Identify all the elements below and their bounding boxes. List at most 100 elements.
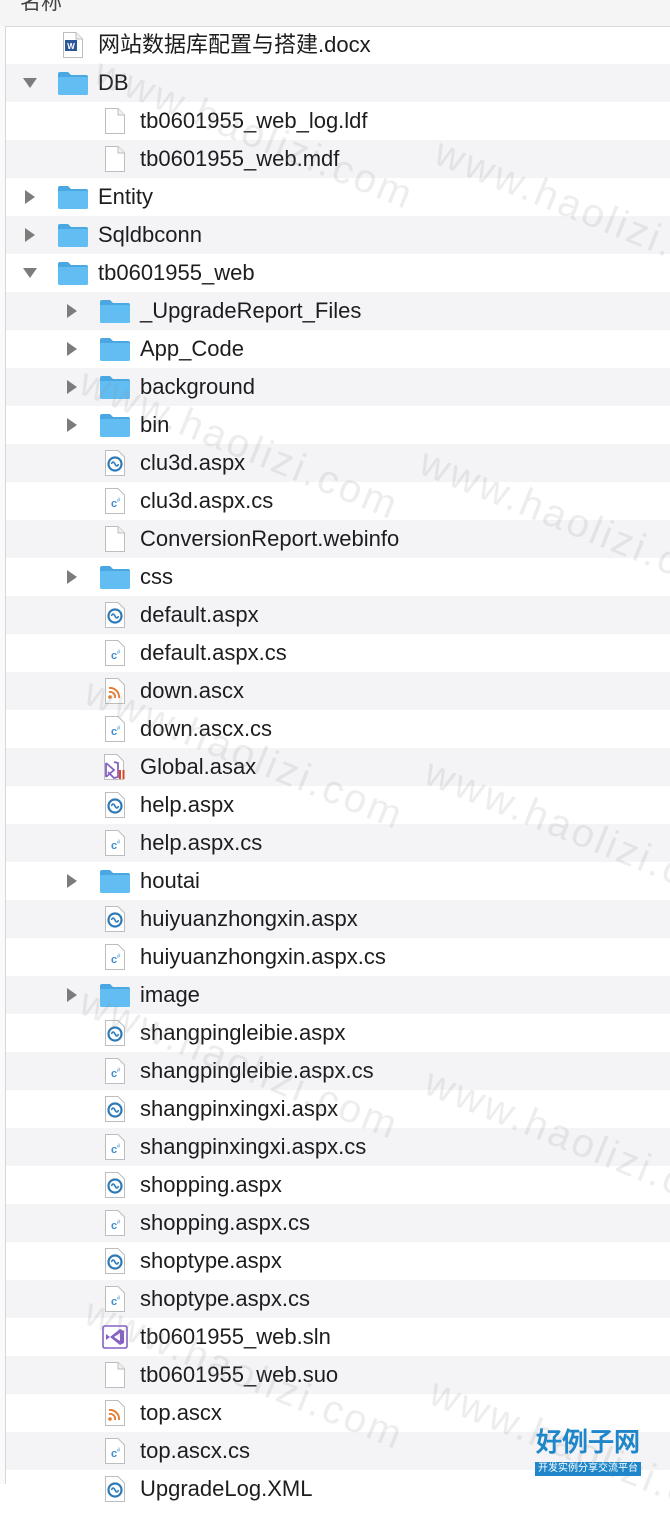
file-row[interactable]: c # shangpingleibie.aspx.cs (0, 1052, 670, 1090)
file-row[interactable]: c # default.aspx.cs (0, 634, 670, 672)
folder-icon (99, 981, 131, 1009)
file-row[interactable]: W 网站数据库配置与搭建.docx (0, 26, 670, 64)
file-name: shangpingleibie.aspx.cs (140, 1058, 374, 1083)
folder-row[interactable]: DB (0, 64, 670, 102)
disclosure-triangle-open-icon[interactable] (20, 254, 40, 292)
file-row[interactable]: c # shopping.aspx.cs (0, 1204, 670, 1242)
disclosure-triangle-open-icon[interactable] (20, 64, 40, 102)
file-row[interactable]: ConversionReport.webinfo (0, 520, 670, 558)
folder-name: _UpgradeReport_Files (140, 298, 362, 323)
folder-icon (57, 69, 89, 97)
folder-row[interactable]: css (0, 558, 670, 596)
ascx-file-icon (99, 677, 131, 705)
folder-row[interactable]: _UpgradeReport_Files (0, 292, 670, 330)
folder-name: houtai (140, 868, 200, 893)
file-row[interactable]: huiyuanzhongxin.aspx (0, 900, 670, 938)
aspx-file-icon (99, 1247, 131, 1275)
aspx-file-icon (99, 905, 131, 933)
file-row[interactable]: c # shoptype.aspx.cs (0, 1280, 670, 1318)
list-column-header[interactable]: 名称 (0, 0, 670, 27)
disclosure-triangle-closed-icon[interactable] (62, 862, 82, 900)
aspx-file-icon (99, 1019, 131, 1047)
file-row[interactable]: default.aspx (0, 596, 670, 634)
disclosure-triangle-closed-icon[interactable] (62, 406, 82, 444)
folder-row[interactable]: Sqldbconn (0, 216, 670, 254)
file-row[interactable]: top.ascx (0, 1394, 670, 1432)
file-name: shopping.aspx.cs (140, 1210, 310, 1235)
file-row[interactable]: shoptype.aspx (0, 1242, 670, 1280)
disclosure-triangle-closed-icon[interactable] (62, 330, 82, 368)
file-name: top.ascx.cs (140, 1438, 251, 1463)
file-name: UpgradeLog.XML (140, 1476, 313, 1501)
file-row[interactable]: help.aspx (0, 786, 670, 824)
folder-icon (99, 867, 131, 895)
doc-file-icon (99, 1361, 131, 1389)
file-row[interactable]: c # down.ascx.cs (0, 710, 670, 748)
file-name: ConversionReport.webinfo (140, 526, 400, 551)
file-name: default.aspx.cs (140, 640, 287, 665)
folder-name: Sqldbconn (98, 222, 202, 247)
file-name: shangpinxingxi.aspx (140, 1096, 339, 1121)
file-row[interactable]: c # help.aspx.cs (0, 824, 670, 862)
file-row[interactable]: shopping.aspx (0, 1166, 670, 1204)
folder-row[interactable]: Entity (0, 178, 670, 216)
file-row[interactable]: c # clu3d.aspx.cs (0, 482, 670, 520)
doc-file-icon (99, 145, 131, 173)
disclosure-triangle-closed-icon[interactable] (20, 216, 40, 254)
file-row[interactable]: tb0601955_web.suo (0, 1356, 670, 1394)
cs-file-icon: c # (99, 1437, 131, 1465)
folder-row[interactable]: houtai (0, 862, 670, 900)
cs-file-icon: c # (99, 1133, 131, 1161)
file-row[interactable]: clu3d.aspx (0, 444, 670, 482)
disclosure-triangle-closed-icon[interactable] (20, 178, 40, 216)
disclosure-triangle-closed-icon[interactable] (62, 558, 82, 596)
cs-file-icon: c # (99, 1285, 131, 1313)
asax-file-icon (99, 753, 131, 781)
cs-file-icon: c # (99, 639, 131, 667)
aspx-file-icon (99, 1171, 131, 1199)
folder-row[interactable]: background (0, 368, 670, 406)
cs-file-icon: c # (99, 829, 131, 857)
svg-text:W: W (67, 42, 75, 51)
aspx-file-icon (99, 449, 131, 477)
file-row[interactable]: shangpinxingxi.aspx (0, 1090, 670, 1128)
folder-row[interactable]: tb0601955_web (0, 254, 670, 292)
file-name: down.ascx.cs (140, 716, 273, 741)
file-row[interactable]: c # huiyuanzhongxin.aspx.cs (0, 938, 670, 976)
folder-row[interactable]: bin (0, 406, 670, 444)
file-row[interactable]: Global.asax (0, 748, 670, 786)
file-row[interactable]: down.ascx (0, 672, 670, 710)
folder-name: Entity (98, 184, 154, 209)
disclosure-triangle-closed-icon[interactable] (62, 292, 82, 330)
file-name: default.aspx (140, 602, 259, 627)
file-row[interactable]: tb0601955_web.sln (0, 1318, 670, 1356)
folder-icon (57, 259, 89, 287)
file-name: shangpingleibie.aspx (140, 1020, 346, 1045)
file-name: huiyuanzhongxin.aspx (140, 906, 358, 931)
file-row[interactable]: tb0601955_web_log.ldf (0, 102, 670, 140)
aspx-file-icon (99, 601, 131, 629)
file-name: Global.asax (140, 754, 257, 779)
file-row[interactable]: c # shangpinxingxi.aspx.cs (0, 1128, 670, 1166)
folder-icon (99, 563, 131, 591)
folder-icon (99, 335, 131, 363)
file-name: shopping.aspx (140, 1172, 282, 1197)
file-name: help.aspx (140, 792, 235, 817)
doc-file-icon (99, 107, 131, 135)
disclosure-triangle-closed-icon[interactable] (62, 976, 82, 1014)
folder-icon (99, 411, 131, 439)
file-name: tb0601955_web.suo (140, 1362, 339, 1387)
folder-row[interactable]: image (0, 976, 670, 1014)
column-header-label: 名称 (20, 0, 62, 14)
folder-row[interactable]: App_Code (0, 330, 670, 368)
ascx-file-icon (99, 1399, 131, 1427)
aspx-file-icon (99, 791, 131, 819)
folder-name: image (140, 982, 200, 1007)
site-logo: 好例子网 开发实例分享交流平台 (531, 1428, 645, 1476)
file-row[interactable]: shangpingleibie.aspx (0, 1014, 670, 1052)
file-name: down.ascx (140, 678, 244, 703)
disclosure-triangle-closed-icon[interactable] (62, 368, 82, 406)
aspx-file-icon (99, 1095, 131, 1123)
file-row[interactable]: tb0601955_web.mdf (0, 140, 670, 178)
file-name: shangpinxingxi.aspx.cs (140, 1134, 367, 1159)
